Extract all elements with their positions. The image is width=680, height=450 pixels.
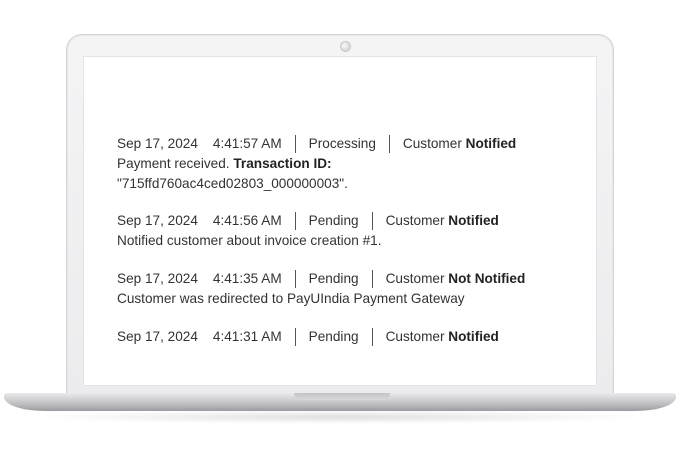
customer-label: Customer [385,213,445,228]
laptop-screen: Sep 17, 2024 4:41:57 AM Processing Custo… [83,56,597,386]
notify-status: Notified [448,329,499,344]
separator [294,212,296,230]
laptop-shadow [30,410,650,424]
comment-text: "715ffd760ac4ced02803_000000003". [117,176,348,191]
comment-text: Notified customer about invoice creation… [117,233,382,248]
customer-label: Customer [402,136,462,151]
entry-time: 4:41:31 AM [212,329,282,344]
entry-status: Processing [308,136,376,151]
laptop-lid: Sep 17, 2024 4:41:57 AM Processing Custo… [66,34,614,394]
laptop-mockup: Sep 17, 2024 4:41:57 AM Processing Custo… [0,0,680,450]
separator [371,328,373,346]
entry-meta: Sep 17, 2024 4:41:57 AM Processing Custo… [117,134,516,154]
notify-status: Not Notified [448,271,526,286]
separator [388,135,390,153]
laptop-base [4,393,676,411]
comment-text: Payment received. [117,156,230,171]
notify-status: Notified [465,136,517,151]
entry-comment: "715ffd760ac4ced02803_000000003". [117,174,516,194]
separator [294,135,296,153]
entry-date: Sep 17, 2024 [117,136,198,151]
entry-time: 4:41:56 AM [212,213,282,228]
separator [294,328,296,346]
entry-time: 4:41:57 AM [212,136,282,151]
entry-meta: Sep 17, 2024 4:41:56 AM Pending Customer… [117,211,499,231]
separator [371,270,373,288]
camera-icon [340,41,351,52]
customer-notification: Customer Not Notified [386,269,526,289]
entry-comment: Customer was redirected to PayUIndia Pay… [117,289,525,309]
separator [371,212,373,230]
customer-label: Customer [385,271,445,286]
comment-bold-text: Transaction ID: [233,156,332,171]
entry-date: Sep 17, 2024 [117,213,198,228]
entry-date: Sep 17, 2024 [117,271,198,286]
separator [294,270,296,288]
entry-date: Sep 17, 2024 [117,329,198,344]
entry-status: Pending [308,329,359,344]
laptop-notch [294,393,390,400]
entry-status: Pending [308,213,359,228]
customer-notification: Customer Notified [403,134,516,154]
customer-notification: Customer Notified [386,211,499,231]
customer-notification: Customer Notified [386,327,499,347]
history-entry: Sep 17, 2024 4:41:31 AM Pending Customer… [117,327,499,347]
entry-comment: Notified customer about invoice creation… [117,231,499,251]
history-entry: Sep 17, 2024 4:41:56 AM Pending Customer… [117,211,499,251]
history-entry: Sep 17, 2024 4:41:57 AM Processing Custo… [117,134,516,194]
entry-status: Pending [308,271,359,286]
entry-time: 4:41:35 AM [212,271,282,286]
comment-text: Customer was redirected to PayUIndia Pay… [117,291,465,306]
notify-status: Notified [448,213,499,228]
history-entry: Sep 17, 2024 4:41:35 AM Pending Customer… [117,269,525,309]
entry-comment: Payment received. Transaction ID: [117,154,516,174]
entry-meta: Sep 17, 2024 4:41:35 AM Pending Customer… [117,269,525,289]
entry-meta: Sep 17, 2024 4:41:31 AM Pending Customer… [117,327,499,347]
customer-label: Customer [385,329,445,344]
